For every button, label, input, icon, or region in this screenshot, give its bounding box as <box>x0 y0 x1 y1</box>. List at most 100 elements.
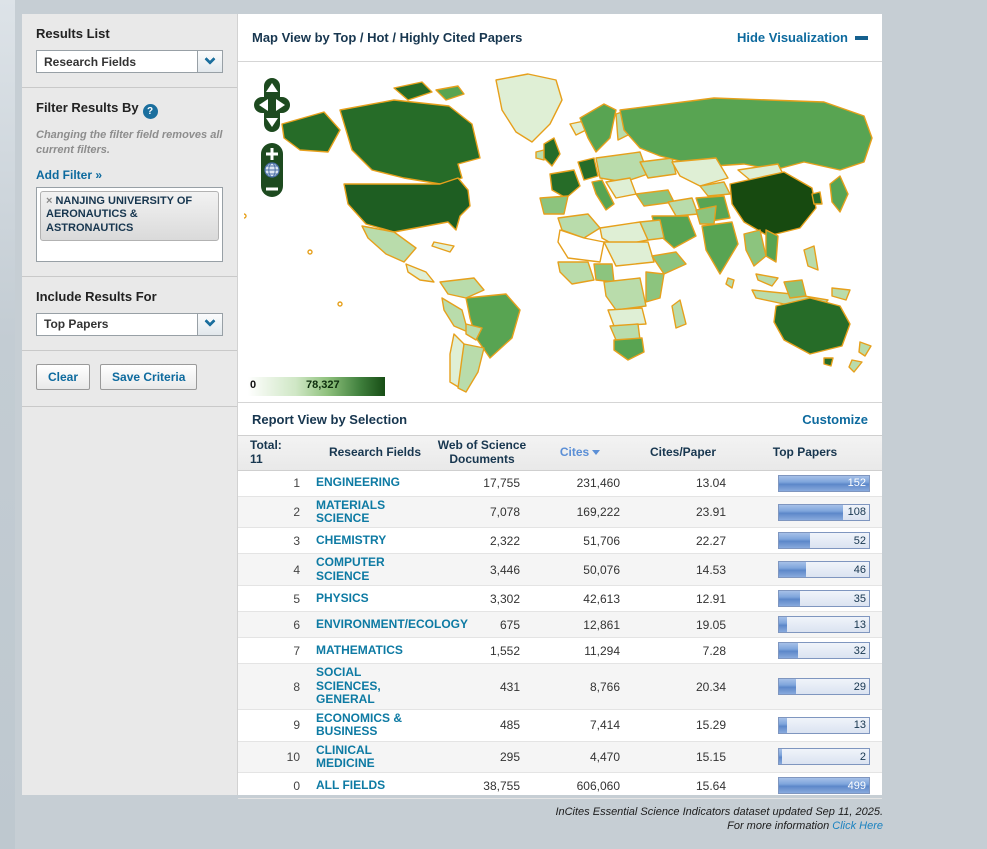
top-papers-bar: 499 <box>778 777 870 794</box>
report-table-body: 1 ENGINEERING 17,755 231,460 13.04 152 2… <box>238 471 882 800</box>
row-cites: 231,460 <box>530 476 630 490</box>
research-field-link[interactable]: COMPUTER SCIENCE <box>316 556 434 583</box>
map-region-mexico[interactable] <box>362 226 416 262</box>
collapse-icon[interactable] <box>855 36 868 40</box>
top-papers-bar-fill <box>779 533 810 548</box>
row-rank: 8 <box>246 680 316 694</box>
map-region[interactable] <box>394 82 432 100</box>
map-region-tasmania[interactable] <box>824 358 833 366</box>
map-region-australia[interactable] <box>774 298 850 354</box>
map-region-germany[interactable] <box>578 158 598 180</box>
results-list-select-button[interactable] <box>197 51 222 72</box>
research-field-link[interactable]: SOCIAL SCIENCES, GENERAL <box>316 666 434 706</box>
map-region-uk[interactable] <box>544 138 560 166</box>
map-region-spain[interactable] <box>540 196 568 214</box>
map-region[interactable] <box>696 206 716 224</box>
table-row: 5 PHYSICS 3,302 42,613 12.91 35 <box>238 586 882 612</box>
top-papers-value: 13 <box>854 719 866 731</box>
customize-link[interactable]: Customize <box>802 412 868 427</box>
map-region-south-africa[interactable] <box>614 338 644 360</box>
map-region-new-zealand[interactable] <box>859 342 871 356</box>
map-region-usa[interactable] <box>344 178 470 232</box>
map-region[interactable] <box>604 278 646 310</box>
map-region-greenland[interactable] <box>496 74 562 142</box>
map-region[interactable] <box>596 152 648 182</box>
research-field-link[interactable]: ENVIRONMENT/ECOLOGY <box>316 618 434 631</box>
map-region[interactable] <box>442 298 468 332</box>
include-results-select[interactable]: Top Papers <box>36 313 223 336</box>
remove-filter-icon[interactable]: × <box>46 195 52 207</box>
map-region[interactable] <box>726 278 734 288</box>
map-region[interactable] <box>744 230 766 266</box>
map-zoom-control[interactable] <box>261 143 283 197</box>
top-papers-bar: 2 <box>778 748 870 765</box>
map-region-south-korea[interactable] <box>812 192 822 204</box>
map-region[interactable] <box>436 86 464 100</box>
map-region[interactable] <box>652 252 686 274</box>
map-region[interactable] <box>558 262 594 284</box>
research-field-link[interactable]: MATERIALS SCIENCE <box>316 499 434 526</box>
save-criteria-button[interactable]: Save Criteria <box>100 364 197 390</box>
column-header-top-papers[interactable]: Top Papers <box>736 443 874 463</box>
row-documents: 3,446 <box>434 563 530 577</box>
map-region[interactable] <box>646 272 664 302</box>
column-header-research-fields[interactable]: Research Fields <box>316 443 434 463</box>
help-icon[interactable]: ? <box>143 104 158 119</box>
map-region-vietnam[interactable] <box>766 230 778 262</box>
map-region[interactable] <box>536 150 544 160</box>
world-map-visualization[interactable] <box>244 66 880 396</box>
research-field-link[interactable]: ECONOMICS & BUSINESS <box>316 712 434 739</box>
map-region-japan[interactable] <box>830 176 848 212</box>
map-region[interactable] <box>610 324 640 340</box>
map-region[interactable] <box>606 178 636 198</box>
research-field-link[interactable]: MATHEMATICS <box>316 644 434 657</box>
results-list-heading: Results List <box>36 26 223 41</box>
table-row: 1 ENGINEERING 17,755 231,460 13.04 152 <box>238 471 882 497</box>
top-papers-bar-fill <box>779 591 800 606</box>
row-documents: 295 <box>434 750 530 764</box>
map-region-new-zealand[interactable] <box>849 360 862 372</box>
map-region-scandinavia[interactable] <box>580 104 616 152</box>
filter-tag-label: NANJING UNIVERSITY OF AERONAUTICS & ASTR… <box>46 195 192 235</box>
clear-button[interactable]: Clear <box>36 364 90 390</box>
map-region[interactable] <box>440 278 484 298</box>
map-region[interactable] <box>608 308 646 326</box>
research-field-link[interactable]: ALL FIELDS <box>316 779 434 792</box>
map-region-china[interactable] <box>730 172 816 236</box>
click-here-link[interactable]: Click Here <box>832 820 883 832</box>
map-pan-control[interactable] <box>254 78 290 132</box>
map-region-malaysia[interactable] <box>756 274 778 286</box>
map-region[interactable] <box>406 264 434 282</box>
dataset-updated-note: InCites Essential Science Indicators dat… <box>0 806 883 820</box>
table-row: 4 COMPUTER SCIENCE 3,446 50,076 14.53 46 <box>238 554 882 586</box>
column-header-cites-per-paper[interactable]: Cites/Paper <box>630 443 736 463</box>
add-filter-link[interactable]: Add Filter » <box>36 168 102 182</box>
map-region[interactable] <box>832 288 850 300</box>
row-cites-per-paper: 15.29 <box>630 718 736 732</box>
map-region-india[interactable] <box>702 222 738 274</box>
page-left-gutter <box>0 0 15 849</box>
column-header-documents[interactable]: Web of Science Documents <box>434 436 530 470</box>
map-region-nigeria[interactable] <box>594 264 614 282</box>
research-field-link[interactable]: ENGINEERING <box>316 476 434 489</box>
results-list-select[interactable]: Research Fields <box>36 50 223 73</box>
map-region-canada[interactable] <box>340 100 480 184</box>
map-view-header: Map View by Top / Hot / Highly Cited Pap… <box>238 14 882 62</box>
hide-visualization-link[interactable]: Hide Visualization <box>737 30 848 45</box>
map-region-madagascar[interactable] <box>672 300 686 328</box>
map-region[interactable] <box>604 242 654 266</box>
research-field-link[interactable]: CLINICAL MEDICINE <box>316 744 434 771</box>
top-papers-value: 52 <box>854 535 866 547</box>
map-region[interactable] <box>432 242 454 252</box>
map-region[interactable] <box>668 198 698 216</box>
include-results-select-button[interactable] <box>197 314 222 335</box>
row-rank: 7 <box>246 644 316 658</box>
row-rank: 10 <box>246 750 316 764</box>
map-region-philippines[interactable] <box>804 246 818 270</box>
map-region-france[interactable] <box>550 170 580 198</box>
results-list-section: Results List Research Fields <box>22 14 237 88</box>
research-field-link[interactable]: PHYSICS <box>316 592 434 605</box>
research-field-link[interactable]: CHEMISTRY <box>316 534 434 547</box>
results-list-selected-value: Research Fields <box>37 55 197 69</box>
column-header-cites[interactable]: Cites <box>530 443 630 463</box>
